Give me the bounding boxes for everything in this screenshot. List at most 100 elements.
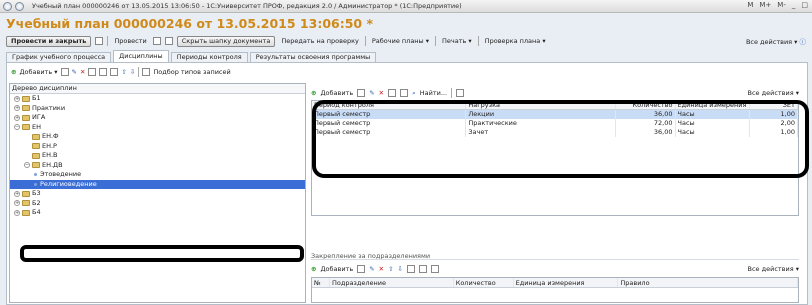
memory-plus-button[interactable]: M+ bbox=[759, 1, 771, 9]
add-icon[interactable]: ⊕ bbox=[11, 68, 16, 76]
pick-types-icon[interactable] bbox=[142, 68, 151, 76]
discipline-tree[interactable]: Дерево дисциплин + Б1 + Практики + ИГА − ЕН ЕН.Ф… bbox=[9, 83, 306, 303]
pick-types-button[interactable]: Подбор типов записей bbox=[153, 68, 230, 76]
report-icon[interactable] bbox=[419, 265, 427, 273]
column-header[interactable]: Единица измерения bbox=[676, 101, 751, 109]
add-icon[interactable]: ⊕ bbox=[311, 89, 316, 97]
minimize-button[interactable]: _ bbox=[792, 1, 796, 9]
work-plans-label: Рабочие планы bbox=[371, 37, 424, 45]
help-icon[interactable]: ⓘ bbox=[800, 38, 807, 46]
column-header[interactable]: № bbox=[312, 278, 330, 287]
post-button[interactable]: Провести bbox=[112, 37, 148, 45]
column-header[interactable]: ЗЕТ bbox=[750, 101, 799, 109]
tree-header: Дерево дисциплин bbox=[10, 84, 305, 94]
maximize-button[interactable]: □ bbox=[801, 1, 808, 9]
memory-m-button[interactable]: M bbox=[747, 1, 753, 9]
plan-check-menu[interactable]: Проверка плана ▾ bbox=[483, 37, 548, 45]
add-button[interactable]: Добавить ▾ bbox=[19, 68, 57, 76]
edit-icon[interactable]: ✎ bbox=[72, 68, 77, 76]
expand-icon[interactable]: + bbox=[14, 209, 20, 216]
all-actions-menu[interactable]: Все действия ▾ ⓘ bbox=[746, 36, 806, 46]
collapse-icon[interactable]: − bbox=[24, 162, 30, 169]
filter-icon[interactable] bbox=[388, 89, 397, 97]
expand-icon[interactable]: + bbox=[14, 105, 20, 112]
delete-icon[interactable]: ✕ bbox=[379, 265, 384, 273]
tab-results[interactable]: Результаты освоения программы bbox=[249, 52, 377, 62]
tree-node[interactable]: − ЕН.ДВ bbox=[10, 161, 305, 171]
column-header[interactable]: Количество bbox=[454, 278, 514, 287]
copy-icon[interactable] bbox=[60, 68, 69, 76]
table-row[interactable]: Первый семестр Лекции 36,00 Часы 1,00 bbox=[312, 110, 799, 119]
print-menu[interactable]: Печать ▾ bbox=[440, 37, 474, 45]
tree-node[interactable]: + Б4 bbox=[10, 208, 305, 218]
column-header[interactable]: Подразделение bbox=[330, 278, 454, 287]
cell-period: Первый семестр bbox=[312, 110, 467, 119]
tree-node[interactable]: Этоведение bbox=[10, 170, 305, 180]
sort-icon[interactable] bbox=[407, 265, 415, 273]
edit-icon[interactable]: ✎ bbox=[369, 265, 374, 273]
search-icon[interactable]: ⌕ bbox=[412, 89, 416, 98]
tab-disciplines[interactable]: Дисциплины bbox=[113, 50, 169, 62]
post-and-close-button[interactable]: Провести и закрыть bbox=[6, 35, 92, 47]
settings-icon[interactable] bbox=[431, 265, 439, 273]
load-toolbar: ⊕ Добавить ✎ ✕ ⌕ Найти... Все действия ▾ bbox=[311, 88, 799, 98]
column-header[interactable]: Нагрузка bbox=[466, 101, 616, 109]
expand-icon[interactable]: + bbox=[14, 114, 20, 121]
tree-node[interactable]: + Б2 bbox=[10, 199, 305, 209]
move-up-icon[interactable]: ⇧ bbox=[388, 265, 393, 273]
load-grid[interactable]: Период контроля Нагрузка Количество Един… bbox=[311, 100, 799, 216]
copy-icon[interactable] bbox=[357, 89, 366, 97]
tree-node[interactable]: + Б3 bbox=[10, 189, 305, 199]
tree-node[interactable]: + Б1 bbox=[10, 94, 305, 104]
table-row[interactable]: Первый семестр Практические 72,00 Часы 2… bbox=[312, 119, 799, 128]
tree-node-label: ЕН.Р bbox=[42, 141, 57, 150]
structure-icon[interactable] bbox=[164, 37, 173, 45]
edit-icon[interactable]: ✎ bbox=[369, 89, 374, 97]
column-header[interactable]: Количество bbox=[616, 101, 676, 109]
forward-icon[interactable] bbox=[15, 1, 24, 11]
hide-header-button[interactable]: Скрыть шапку документа bbox=[176, 35, 276, 47]
list-icon[interactable] bbox=[110, 68, 119, 76]
find-button[interactable]: Найти... bbox=[420, 89, 447, 97]
move-up-icon[interactable]: ⇧ bbox=[121, 68, 126, 76]
add-icon[interactable]: ⊕ bbox=[311, 265, 316, 273]
all-actions-menu[interactable]: Все действия ▾ bbox=[748, 89, 800, 97]
cancel-search-icon[interactable] bbox=[456, 89, 465, 97]
report-icon[interactable] bbox=[400, 89, 409, 97]
move-down-icon[interactable]: ⇩ bbox=[130, 68, 135, 76]
column-header[interactable]: Единица измерения bbox=[514, 278, 619, 287]
document-title: Учебный план 000000246 от 13.05.2015 13:… bbox=[6, 16, 374, 31]
expand-icon[interactable]: + bbox=[14, 200, 20, 207]
delete-icon[interactable]: ✕ bbox=[80, 68, 85, 76]
move-down-icon[interactable]: ⇩ bbox=[398, 265, 403, 273]
tree-node[interactable]: + ИГА bbox=[10, 113, 305, 123]
copy-icon[interactable] bbox=[357, 265, 366, 273]
back-icon[interactable] bbox=[3, 1, 12, 11]
tab-schedule[interactable]: График учебного процесса bbox=[6, 52, 112, 62]
expand-icon[interactable]: + bbox=[14, 190, 20, 197]
all-actions-menu[interactable]: Все действия ▾ bbox=[748, 265, 800, 273]
delete-icon[interactable]: ✕ bbox=[379, 89, 384, 97]
work-plans-menu[interactable]: Рабочие планы ▾ bbox=[370, 37, 431, 45]
print-icon[interactable] bbox=[152, 37, 161, 45]
tree-node[interactable]: ЕН.Ф bbox=[10, 132, 305, 142]
send-check-button[interactable]: Передать на проверку bbox=[279, 37, 361, 45]
tree-node[interactable]: ЕН.Р bbox=[10, 142, 305, 152]
tree-node[interactable]: Религиоведение bbox=[10, 179, 305, 189]
tree-node[interactable]: ЕН.В bbox=[10, 151, 305, 161]
level-icon[interactable] bbox=[99, 68, 108, 76]
subdivision-grid[interactable]: № Подразделение Количество Единица измер… bbox=[311, 277, 799, 303]
tree-node[interactable]: − ЕН bbox=[10, 123, 305, 133]
column-header[interactable]: Период контроля bbox=[312, 101, 467, 109]
expand-icon[interactable]: + bbox=[14, 95, 20, 102]
tree-node[interactable]: + Практики bbox=[10, 104, 305, 114]
add-subdivision-button[interactable]: Добавить bbox=[320, 265, 353, 273]
table-row[interactable]: Первый семестр Зачет 36,00 Часы 1,00 bbox=[312, 128, 799, 137]
column-header[interactable]: Правило bbox=[618, 278, 798, 287]
memory-minus-button[interactable]: M- bbox=[777, 1, 786, 9]
save-icon[interactable] bbox=[95, 37, 104, 45]
hierarchy-icon[interactable] bbox=[88, 68, 97, 76]
add-load-button[interactable]: Добавить bbox=[320, 89, 353, 97]
tab-control-periods[interactable]: Периоды контроля bbox=[170, 52, 248, 62]
collapse-icon[interactable]: − bbox=[14, 124, 20, 131]
